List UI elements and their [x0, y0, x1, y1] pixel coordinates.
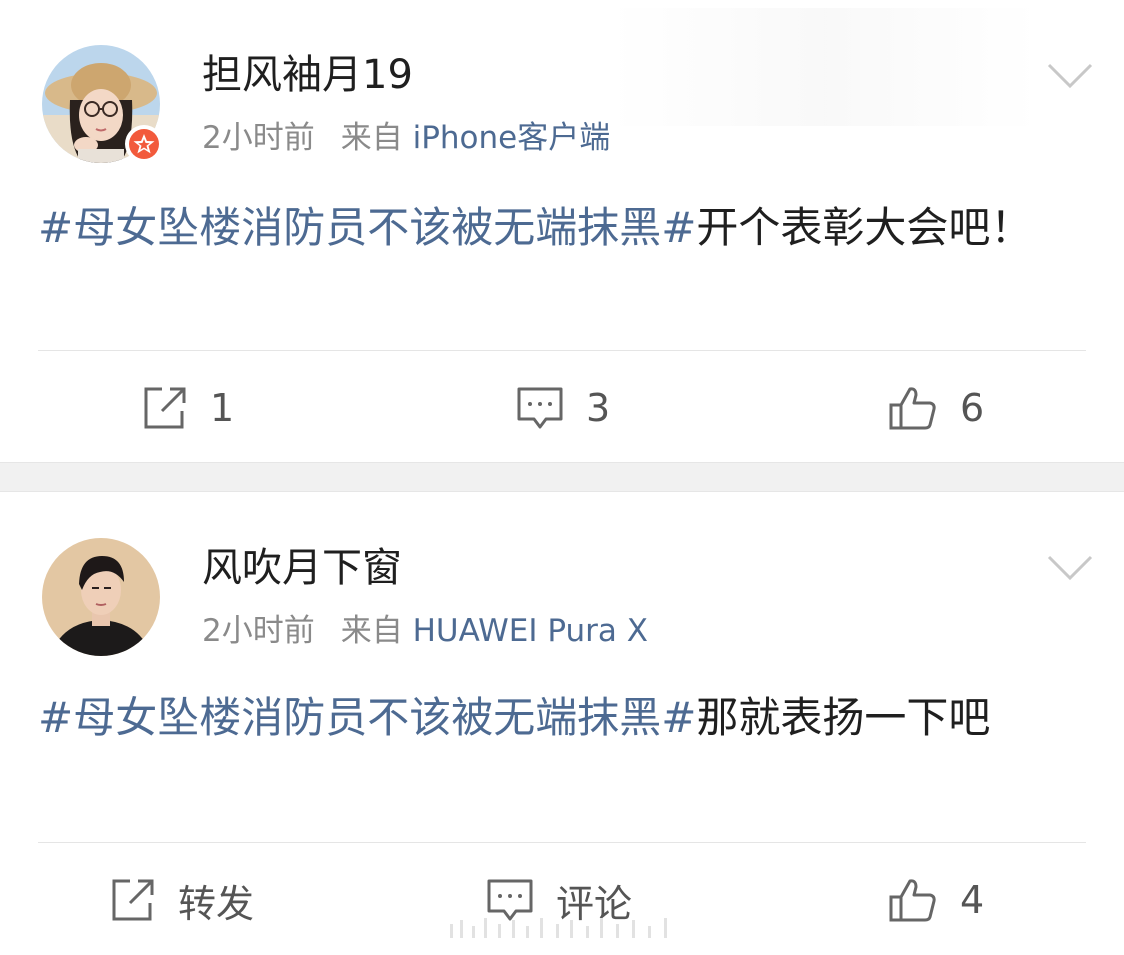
blurred-area: [610, 8, 1040, 126]
like-count: 4: [960, 878, 985, 922]
repost-icon: [144, 387, 186, 429]
post-card: 担风袖月19 2小时前 来自 iPhone客户端 #母女坠楼消防员不该被无端抹黑#…: [0, 0, 1124, 462]
comment-button[interactable]: 3: [516, 383, 610, 433]
device-source[interactable]: HUAWEI Pura X: [413, 613, 648, 649]
source-prefix: 来自: [340, 120, 403, 156]
repost-icon: [112, 879, 154, 921]
avatar-image: [42, 538, 160, 656]
post-card: 风吹月下窗 2小时前 来自 HUAWEI Pura X #母女坠楼消防员不该被无端…: [0, 492, 1124, 955]
post-time: 2小时前: [202, 613, 315, 649]
post-body: 开个表彰大会吧！: [696, 203, 1033, 252]
repost-count: 1: [210, 386, 235, 430]
thumbs-up-icon: [889, 879, 936, 922]
hashtag-link[interactable]: #母女坠楼消防员不该被无端抹黑#: [38, 203, 696, 252]
like-count: 6: [960, 386, 985, 430]
username[interactable]: 风吹月下窗: [202, 543, 402, 593]
avatar[interactable]: [42, 538, 160, 656]
chevron-down-icon[interactable]: [1046, 62, 1094, 90]
repost-button[interactable]: 1: [142, 383, 234, 433]
post-meta: 2小时前 来自 HUAWEI Pura X: [202, 611, 648, 651]
thumbs-up-icon: [889, 387, 936, 430]
verified-star-icon: [125, 125, 163, 163]
device-source[interactable]: iPhone客户端: [413, 120, 611, 156]
post-meta: 2小时前 来自 iPhone客户端: [202, 118, 610, 158]
comment-count: 3: [586, 386, 611, 430]
like-button[interactable]: 6: [888, 383, 984, 433]
repost-label: 转发: [178, 881, 255, 926]
post-time: 2小时前: [202, 120, 315, 156]
username[interactable]: 担风袖月19: [202, 50, 413, 100]
like-button[interactable]: 4: [888, 875, 984, 925]
post-separator: [0, 462, 1124, 492]
divider: [38, 842, 1086, 843]
source-prefix: 来自: [340, 613, 403, 649]
watermark-strip: [440, 918, 690, 942]
hashtag-link[interactable]: #母女坠楼消防员不该被无端抹黑#: [38, 693, 696, 742]
post-text: #母女坠楼消防员不该被无端抹黑#那就表扬一下吧: [38, 684, 1058, 752]
post-text: #母女坠楼消防员不该被无端抹黑#开个表彰大会吧！: [38, 194, 1058, 262]
divider: [38, 350, 1086, 351]
avatar[interactable]: [42, 45, 163, 163]
chevron-down-icon[interactable]: [1046, 554, 1094, 582]
repost-button[interactable]: 转发: [110, 875, 255, 926]
comment-icon: [517, 387, 563, 429]
post-body: 那就表扬一下吧: [696, 693, 991, 742]
